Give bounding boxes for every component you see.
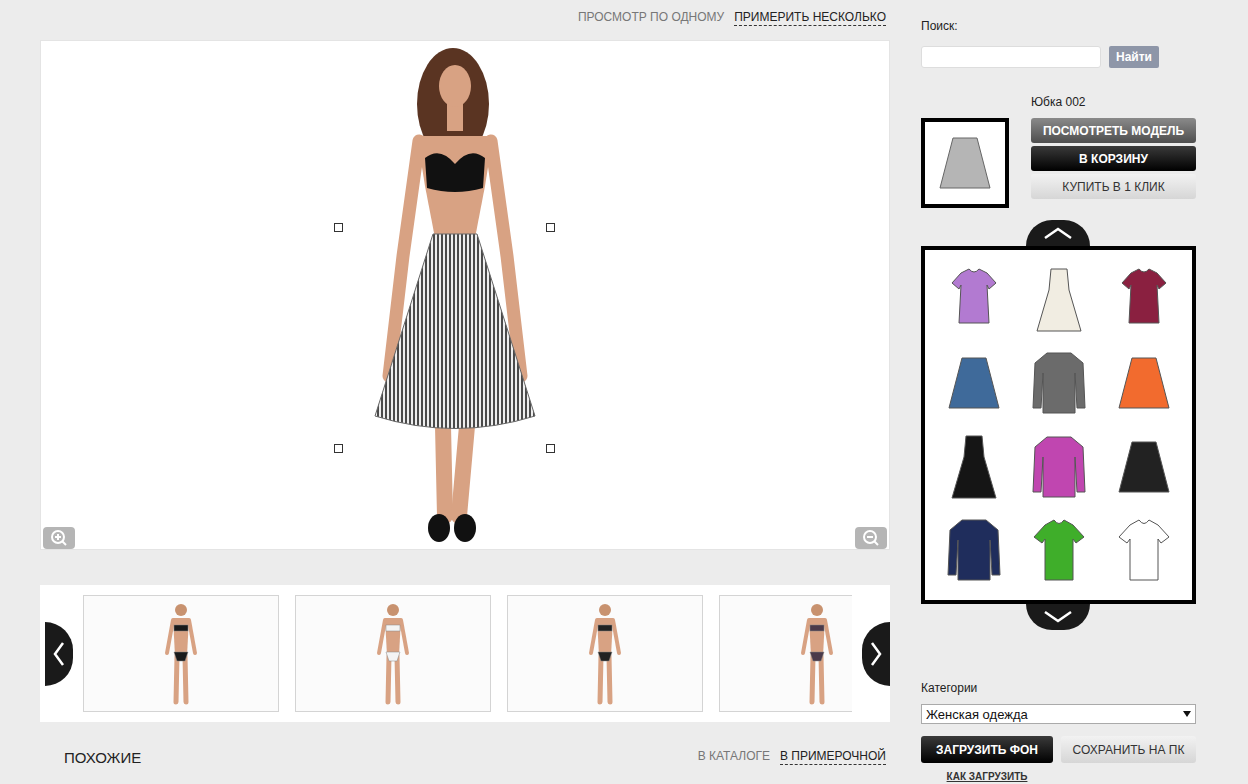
garment-icon [944, 432, 1004, 502]
garment-item[interactable] [931, 258, 1016, 342]
model-photo-icon [575, 598, 635, 710]
similar-tabs: В КАТАЛОГЕ В ПРИМЕРОЧНОЙ [698, 749, 886, 765]
model-photo-icon [345, 46, 565, 546]
chevron-up-icon [1043, 226, 1073, 240]
resize-handle[interactable] [546, 223, 555, 232]
similar-title: ПОХОЖИЕ [64, 749, 141, 766]
garment-item[interactable] [931, 342, 1016, 426]
garment-icon [1114, 348, 1174, 418]
garment-item[interactable] [931, 425, 1016, 509]
garment-icon [1029, 432, 1089, 502]
resize-handle[interactable] [334, 444, 343, 453]
garment-item[interactable] [1016, 509, 1101, 593]
garment-icon [1114, 515, 1174, 585]
scroll-up-button[interactable] [1026, 220, 1090, 246]
model-figure [345, 46, 565, 546]
view-mode-tabs: ПРОСМОТР ПО ОДНОМУ ПРИМЕРИТЬ НЕСКОЛЬКО [40, 8, 890, 28]
side-panel: Поиск: Найти Юбка 002 ПОСМОТРЕТЬ МОДЕЛЬ В КО… [921, 8, 1196, 784]
search-bar: Найти [921, 46, 1159, 68]
model-thumb[interactable] [719, 595, 852, 712]
fitting-room-page: ПРОСМОТР ПО ОДНОМУ ПРИМЕРИТЬ НЕСКОЛЬКО ПОХ… [0, 0, 1248, 784]
product-button[interactable]: КУПИТЬ В 1 КЛИК [1031, 174, 1196, 199]
garment-icon [1029, 515, 1089, 585]
fitting-canvas [40, 40, 890, 550]
model-photo-icon [787, 598, 847, 710]
model-carousel [40, 585, 890, 722]
carousel-track [83, 595, 852, 712]
action-button[interactable]: ЗАГРУЗИТЬ ФОН [921, 736, 1053, 763]
scroll-down-button[interactable] [1026, 604, 1090, 630]
zoom-out-button[interactable] [855, 527, 887, 549]
categories-select[interactable]: Женская одежда [921, 704, 1196, 724]
product-info: Юбка 002 ПОСМОТРЕТЬ МОДЕЛЬ В КОРЗИНУ КУПИТЬ… [1031, 94, 1196, 208]
garment-item[interactable] [1101, 425, 1186, 509]
help-link[interactable]: КАК ЗАГРУЗИТЬ [947, 771, 1028, 782]
similar-tab[interactable]: В КАТАЛОГЕ [698, 749, 770, 765]
model-photo-icon [151, 598, 211, 710]
model-thumb[interactable] [507, 595, 703, 712]
similar-tab[interactable]: В ПРИМЕРОЧНОЙ [780, 749, 886, 765]
search-label: Поиск: [921, 18, 1196, 34]
product-button[interactable]: В КОРЗИНУ [1031, 146, 1196, 171]
garment-icon [1029, 265, 1089, 335]
garment-icon [1114, 432, 1174, 502]
garment-grid [921, 246, 1196, 604]
model-thumb[interactable] [83, 595, 279, 712]
action-button[interactable]: СОХРАНИТЬ НА ПК [1061, 736, 1196, 763]
product-thumb[interactable] [921, 118, 1009, 208]
view-mode-tab[interactable]: ПРОСМОТР ПО ОДНОМУ [578, 10, 724, 26]
chevron-right-icon [869, 641, 883, 667]
garment-item[interactable] [1016, 258, 1101, 342]
chevron-down-icon [1043, 610, 1073, 624]
product-name: Юбка 002 [1031, 94, 1196, 110]
garment-icon [1029, 348, 1089, 418]
resize-handle[interactable] [546, 444, 555, 453]
view-mode-tab[interactable]: ПРИМЕРИТЬ НЕСКОЛЬКО [734, 10, 886, 26]
garment-icon [1114, 265, 1174, 335]
carousel-next-button[interactable] [862, 622, 890, 686]
garment-item[interactable] [1101, 342, 1186, 426]
model-thumb[interactable] [295, 595, 491, 712]
search-input[interactable] [921, 46, 1101, 68]
garment-icon [944, 348, 1004, 418]
garment-item[interactable] [1101, 258, 1186, 342]
product-button[interactable]: ПОСМОТРЕТЬ МОДЕЛЬ [1031, 118, 1196, 143]
garment-item[interactable] [1016, 342, 1101, 426]
skirt-icon [935, 128, 995, 198]
zoom-out-icon [862, 529, 880, 547]
chevron-left-icon [52, 641, 66, 667]
garment-item[interactable] [1101, 509, 1186, 593]
actions: ЗАГРУЗИТЬ ФОН СОХРАНИТЬ НА ПК КАК ЗАГРУЗИТ… [921, 736, 1196, 782]
zoom-in-icon [50, 529, 68, 547]
garment-item[interactable] [931, 509, 1016, 593]
zoom-in-button[interactable] [43, 527, 75, 549]
categories-label: Категории [921, 680, 1196, 696]
dropdown-caret-icon [1183, 711, 1191, 717]
garment-icon [944, 515, 1004, 585]
similar-bar: ПОХОЖИЕ В КАТАЛОГЕ В ПРИМЕРОЧНОЙ [40, 744, 890, 770]
main-column: ПРОСМОТР ПО ОДНОМУ ПРИМЕРИТЬ НЕСКОЛЬКО ПОХ… [40, 8, 890, 784]
carousel-prev-button[interactable] [45, 622, 73, 686]
model-photo-icon [363, 598, 423, 710]
search-button[interactable]: Найти [1109, 46, 1159, 68]
resize-handle[interactable] [334, 223, 343, 232]
garment-icon [944, 265, 1004, 335]
garment-item[interactable] [1016, 425, 1101, 509]
product-card: Юбка 002 ПОСМОТРЕТЬ МОДЕЛЬ В КОРЗИНУ КУПИТЬ… [921, 94, 1196, 208]
